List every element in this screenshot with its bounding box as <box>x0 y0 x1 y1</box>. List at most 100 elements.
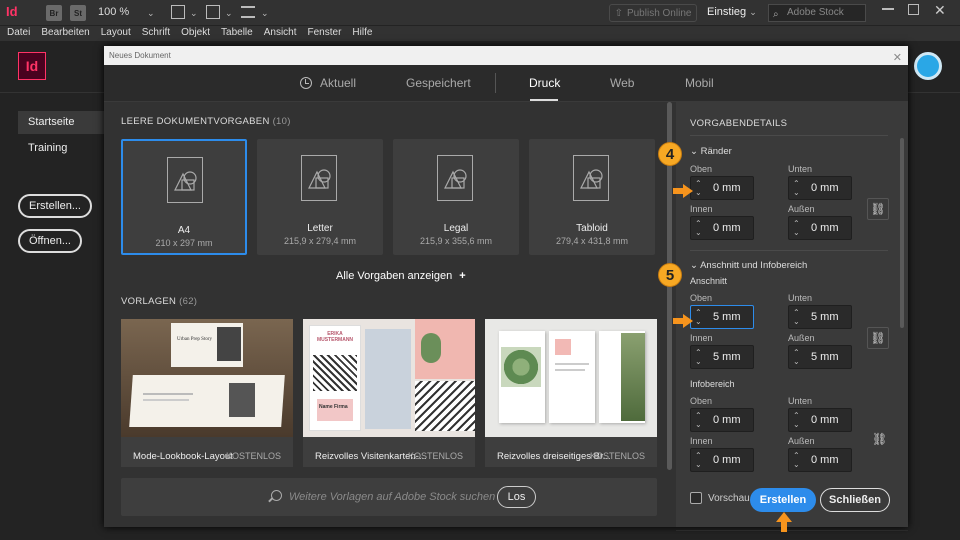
template-card-business-card[interactable]: ERIKA MUSTERMANN Name Firma Reizvolles V… <box>303 319 475 467</box>
chevron-up-icon[interactable]: ⌃ <box>695 412 702 420</box>
chevron-down-icon: ⌄ <box>690 260 698 271</box>
chevron-down-icon[interactable]: ⌄ <box>793 358 800 366</box>
search-go-button[interactable]: Los <box>497 486 536 508</box>
slug-inside-field[interactable]: ⌃ ⌄ 0 mm <box>690 448 754 472</box>
preset-card-legal[interactable]: Legal 215,9 x 355,6 mm <box>393 139 519 255</box>
chevron-down-icon[interactable]: ⌄ <box>793 421 800 429</box>
sidebar-item-training[interactable]: Training <box>18 137 104 160</box>
tab-druck[interactable]: Druck <box>529 76 560 90</box>
margin-bottom-field[interactable]: ⌃ ⌄ 0 mm <box>788 176 852 200</box>
stock-button[interactable]: St <box>70 5 86 21</box>
chevron-down-icon[interactable]: ⌄ <box>793 461 800 469</box>
menu-hilfe[interactable]: Hilfe <box>352 26 372 41</box>
view-options-icon[interactable] <box>171 5 185 19</box>
chevron-up-icon[interactable]: ⌃ <box>695 220 702 228</box>
minimize-icon[interactable] <box>882 8 894 10</box>
bridge-button[interactable]: Br <box>46 5 62 21</box>
bleed-top-value: 5 mm <box>713 311 741 323</box>
chevron-down-icon[interactable]: ⌄ <box>695 318 702 326</box>
chevron-up-icon[interactable]: ⌃ <box>793 412 800 420</box>
chevron-up-icon[interactable]: ⌃ <box>793 220 800 228</box>
chevron-down-icon[interactable]: ⌄ <box>695 229 702 237</box>
margin-outside-field[interactable]: ⌃ ⌄ 0 mm <box>788 216 852 240</box>
margin-inside-field[interactable]: ⌃ ⌄ 0 mm <box>690 216 754 240</box>
slug-outside-field[interactable]: ⌃ ⌄ 0 mm <box>788 448 852 472</box>
chevron-down-icon[interactable]: ⌄ <box>695 358 702 366</box>
menu-layout[interactable]: Layout <box>101 26 131 41</box>
bleed-inside-field[interactable]: ⌃ ⌄ 5 mm <box>690 345 754 369</box>
chevron-up-icon[interactable]: ⌃ <box>695 452 702 460</box>
sidebar-item-startseite[interactable]: Startseite <box>18 111 104 134</box>
creative-cloud-icon[interactable] <box>914 52 942 80</box>
close-dialog-button[interactable]: Schließen <box>820 488 890 512</box>
bleed-top-field[interactable]: ⌃ ⌄ 5 mm <box>690 305 754 329</box>
panel-scrollbar[interactable] <box>900 138 904 328</box>
preset-card-a4[interactable]: A4 210 x 297 mm <box>121 139 247 255</box>
chevron-down-icon[interactable]: ⌄ <box>190 8 198 19</box>
document-preset-icon <box>573 155 609 201</box>
bleed-heading: Anschnitt und Infobereich <box>700 260 808 271</box>
preset-card-letter[interactable]: Letter 215,9 x 279,4 mm <box>257 139 383 255</box>
tab-divider <box>495 73 496 93</box>
tab-web[interactable]: Web <box>610 76 634 90</box>
link-margins-icon[interactable]: ⛓ <box>867 198 889 220</box>
menu-ansicht[interactable]: Ansicht <box>264 26 297 41</box>
chevron-down-icon[interactable]: ⌄ <box>793 318 800 326</box>
chevron-down-icon[interactable]: ⌄ <box>261 8 269 19</box>
bleed-bottom-field[interactable]: ⌃ ⌄ 5 mm <box>788 305 852 329</box>
arrange-documents-icon[interactable] <box>241 6 255 18</box>
template-price: KOSTENLOS <box>589 451 645 461</box>
workspace-label: Einstieg <box>707 6 747 18</box>
screen-mode-icon[interactable] <box>206 5 220 19</box>
menu-objekt[interactable]: Objekt <box>181 26 210 41</box>
chevron-up-icon[interactable]: ⌃ <box>695 180 702 188</box>
tab-gespeichert[interactable]: Gespeichert <box>406 76 471 90</box>
document-preset-icon <box>301 155 337 201</box>
preset-card-tabloid[interactable]: Tabloid 279,4 x 431,8 mm <box>529 139 655 255</box>
menu-datei[interactable]: Datei <box>7 26 30 41</box>
chevron-down-icon[interactable]: ⌄ <box>695 189 702 197</box>
tab-mobil[interactable]: Mobil <box>685 76 714 90</box>
chevron-up-icon[interactable]: ⌃ <box>695 309 702 317</box>
tab-aktuell[interactable]: Aktuell <box>320 76 356 90</box>
menu-tabelle[interactable]: Tabelle <box>221 26 253 41</box>
chevron-up-icon[interactable]: ⌃ <box>793 180 800 188</box>
maximize-icon[interactable] <box>908 4 919 15</box>
chevron-up-icon[interactable]: ⌃ <box>793 309 800 317</box>
margin-top-field[interactable]: ⌃ ⌄ 0 mm <box>690 176 754 200</box>
chevron-down-icon[interactable]: ⌄ <box>793 189 800 197</box>
template-price: KOSTENLOS <box>407 451 463 461</box>
template-search-input[interactable]: Weitere Vorlagen auf Adobe Stock suchen <box>289 491 495 503</box>
zoom-level[interactable]: 100 % <box>98 6 129 18</box>
template-card-brochure[interactable]: Reizvolles dreiseitiges Br... KOSTENLOS <box>485 319 657 467</box>
divider <box>690 135 888 136</box>
home-open-button[interactable]: Öffnen... <box>18 229 82 253</box>
adobe-stock-search-input[interactable]: ⌕ Adobe Stock <box>768 4 866 22</box>
menu-bearbeiten[interactable]: Bearbeiten <box>41 26 89 41</box>
bleed-section-toggle[interactable]: ⌄ Anschnitt und Infobereich <box>690 260 807 271</box>
workspace-switcher[interactable]: Einstieg ⌄ <box>707 6 757 18</box>
menu-fenster[interactable]: Fenster <box>308 26 342 41</box>
preview-checkbox[interactable] <box>690 492 702 504</box>
create-document-button[interactable]: Erstellen <box>750 488 816 512</box>
home-create-button[interactable]: Erstellen... <box>18 194 92 218</box>
show-all-presets-link[interactable]: Alle Vorgaben anzeigen + <box>336 270 466 282</box>
margins-section-toggle[interactable]: ⌄ Ränder <box>690 146 732 157</box>
chevron-down-icon[interactable]: ⌄ <box>793 229 800 237</box>
bleed-outside-field[interactable]: ⌃ ⌄ 5 mm <box>788 345 852 369</box>
slug-top-field[interactable]: ⌃ ⌄ 0 mm <box>690 408 754 432</box>
chevron-down-icon[interactable]: ⌄ <box>225 8 233 19</box>
publish-online-button[interactable]: ⇧ Publish Online <box>609 4 697 22</box>
menu-schrift[interactable]: Schrift <box>142 26 170 41</box>
link-bleed-icon[interactable]: ⛓ <box>867 327 889 349</box>
unlink-slug-icon[interactable]: ⛓ <box>872 432 887 446</box>
chevron-up-icon[interactable]: ⌃ <box>793 452 800 460</box>
template-card-lookbook[interactable]: Urban Prep Story Mode-Lookbook-Layout KO… <box>121 319 293 467</box>
close-icon[interactable]: ✕ <box>934 2 946 19</box>
chevron-down-icon[interactable]: ⌄ <box>695 421 702 429</box>
chevron-down-icon[interactable]: ⌄ <box>147 8 155 19</box>
chevron-up-icon[interactable]: ⌃ <box>695 349 702 357</box>
chevron-up-icon[interactable]: ⌃ <box>793 349 800 357</box>
chevron-down-icon[interactable]: ⌄ <box>695 461 702 469</box>
slug-bottom-field[interactable]: ⌃ ⌄ 0 mm <box>788 408 852 432</box>
